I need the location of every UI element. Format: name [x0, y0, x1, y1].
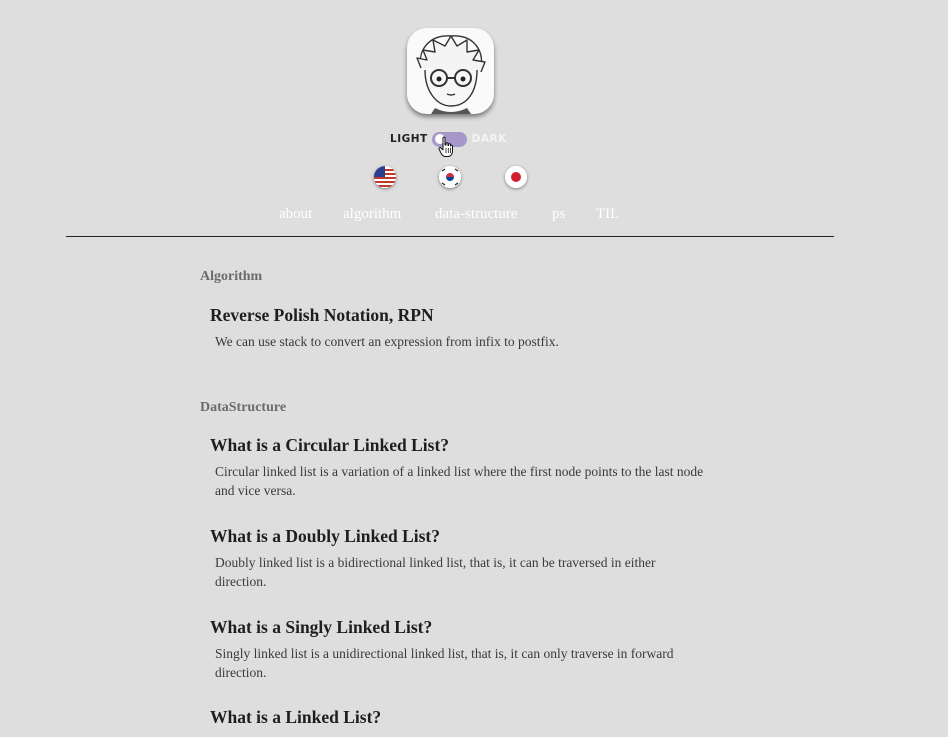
theme-switcher: LIGHT DARK: [390, 130, 560, 148]
nav-link-data-structure[interactable]: data-structure: [435, 206, 517, 223]
post-title[interactable]: What is a Circular Linked List?: [210, 435, 449, 456]
post-description: Doubly linked list is a bidirectional li…: [215, 555, 656, 589]
nav-link-ps[interactable]: ps: [552, 206, 565, 223]
nav-link-algorithm[interactable]: algorithm: [343, 206, 401, 223]
header-divider: [66, 236, 834, 237]
nav-link-about[interactable]: about: [279, 206, 312, 223]
dark-label: DARK: [471, 133, 507, 145]
profile-avatar[interactable]: [407, 28, 494, 114]
toggle-knob: [434, 134, 445, 144]
theme-toggle[interactable]: [431, 131, 467, 147]
flag-jp-icon[interactable]: [505, 166, 527, 188]
post-title[interactable]: What is a Doubly Linked List?: [210, 526, 440, 547]
section-title-algorithm: Algorithm: [200, 269, 263, 284]
post-description: We can use stack to convert an expressio…: [215, 334, 559, 349]
light-label: LIGHT: [390, 133, 428, 145]
flag-kr-icon[interactable]: [439, 166, 461, 188]
post-title[interactable]: Reverse Polish Notation, RPN: [210, 305, 434, 326]
post-description: Circular linked list is a variation of a…: [215, 464, 704, 498]
main-nav: about algorithm data-structure ps TIL: [0, 206, 900, 226]
flag-us-icon[interactable]: [374, 166, 396, 188]
post-description: Singly linked list is a unidirectional l…: [215, 646, 674, 680]
nav-link-til[interactable]: TIL: [596, 206, 619, 223]
post-title[interactable]: What is a Singly Linked List?: [210, 617, 432, 638]
section-title-datastructure: DataStructure: [200, 400, 287, 415]
post-title[interactable]: What is a Linked List?: [210, 707, 381, 728]
